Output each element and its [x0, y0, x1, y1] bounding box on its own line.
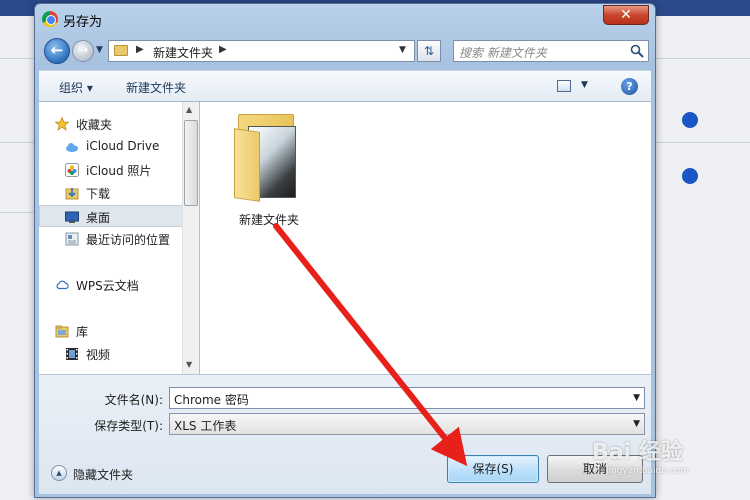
desktop-icon — [65, 211, 79, 223]
background-divider — [0, 142, 36, 143]
forward-arrow-icon: → — [77, 43, 89, 58]
navigation-pane: 收藏夹 iCloud Drive iCloud 照片 下载 桌面 最近访问的位置… — [39, 102, 199, 374]
background-toggle[interactable] — [682, 112, 698, 128]
save-as-dialog: 另存为 ✕ ← → ▼ ▶ 新建文件夹 ▶ ▼ ⇅ 搜索 新建文件夹 组织 ▾ … — [34, 3, 656, 498]
nav-item-recent-places[interactable]: 最近访问的位置 — [39, 228, 199, 250]
close-button[interactable]: ✕ — [603, 5, 649, 25]
history-dropdown-icon[interactable]: ▼ — [96, 45, 103, 55]
back-arrow-icon: ← — [50, 41, 64, 59]
refresh-icon: ⇅ — [423, 44, 435, 58]
background-divider — [0, 212, 36, 213]
filetype-label: 保存类型(T): — [94, 419, 163, 433]
watermark-logo: Bai 经验 — [592, 440, 683, 465]
chrome-icon — [42, 11, 58, 27]
search-input[interactable]: 搜索 新建文件夹 — [453, 40, 649, 62]
chevron-down-icon[interactable]: ▼ — [633, 419, 640, 429]
address-bar[interactable]: ▶ 新建文件夹 ▶ ▼ — [108, 40, 415, 62]
chevron-down-icon[interactable]: ▼ — [633, 393, 640, 403]
forward-button[interactable]: → — [72, 40, 94, 62]
watermark-url: jingyan.baidu.com — [606, 466, 690, 476]
nav-item-desktop[interactable]: 桌面 — [39, 205, 199, 227]
view-dropdown-icon[interactable]: ▼ — [581, 80, 588, 90]
scroll-down-icon[interactable]: ▼ — [186, 360, 192, 369]
organize-menu[interactable]: 组织 ▾ — [59, 79, 93, 96]
library-icon — [55, 325, 69, 338]
recent-places-icon — [65, 232, 79, 246]
filetype-select[interactable]: XLS 工作表 ▼ — [169, 413, 645, 435]
file-list: 新建文件夹 — [200, 102, 651, 374]
nav-item-downloads[interactable]: 下载 — [39, 182, 199, 204]
search-icon[interactable] — [630, 44, 644, 58]
wps-cloud-icon — [56, 280, 69, 290]
photos-icon — [65, 163, 79, 177]
background-divider — [656, 58, 750, 59]
scroll-thumb[interactable] — [184, 120, 198, 206]
command-bar: 组织 ▾ 新建文件夹 ▼ ? — [39, 70, 651, 102]
nav-item-favorites[interactable]: 收藏夹 — [39, 113, 199, 135]
nav-label: 下载 — [86, 187, 111, 201]
address-dropdown-icon[interactable]: ▼ — [399, 45, 406, 55]
folder-front — [234, 128, 260, 202]
help-icon[interactable]: ? — [621, 78, 638, 95]
nav-label: iCloud Drive — [86, 139, 160, 153]
nav-item-libraries[interactable]: 库 — [39, 320, 199, 342]
view-options-icon[interactable] — [557, 80, 571, 92]
nav-item-icloud-drive[interactable]: iCloud Drive — [39, 136, 199, 158]
background-divider — [0, 58, 36, 59]
nav-label: 桌面 — [86, 211, 111, 225]
filename-value[interactable]: Chrome 密码 — [174, 391, 249, 408]
folder-icon — [114, 45, 128, 56]
nav-scrollbar[interactable]: ▲ ▼ — [182, 102, 199, 374]
hide-folders-label: 隐藏文件夹 — [73, 468, 134, 482]
nav-item-wps-cloud[interactable]: WPS云文档 — [39, 274, 199, 296]
filetype-value: XLS 工作表 — [174, 419, 237, 433]
nav-label: iCloud 照片 — [86, 164, 152, 178]
folder-item[interactable]: 新建文件夹 — [226, 108, 306, 228]
refresh-button[interactable]: ⇅ — [417, 40, 441, 62]
dialog-titlebar[interactable]: 另存为 ✕ — [35, 4, 655, 34]
breadcrumb-new-folder[interactable]: 新建文件夹 — [153, 44, 213, 61]
scroll-up-icon[interactable]: ▲ — [186, 105, 192, 114]
folder-name: 新建文件夹 — [238, 213, 299, 227]
nav-label: 最近访问的位置 — [86, 233, 171, 247]
download-folder-icon — [65, 188, 79, 200]
video-icon — [66, 348, 78, 360]
filename-label: 文件名(N): — [104, 393, 163, 407]
nav-item-icloud-photos[interactable]: iCloud 照片 — [39, 159, 199, 181]
breadcrumb-separator-icon[interactable]: ▶ — [219, 44, 227, 55]
filename-field[interactable]: Chrome 密码 ▼ — [169, 387, 645, 409]
dialog-title: 另存为 — [63, 15, 103, 30]
breadcrumb-separator-icon[interactable]: ▶ — [136, 44, 144, 55]
save-options: 文件名(N): Chrome 密码 ▼ 保存类型(T): XLS 工作表 ▼ ▲… — [39, 374, 651, 494]
star-icon — [55, 117, 69, 131]
back-button[interactable]: ← — [44, 38, 70, 64]
background-toggle[interactable] — [682, 168, 698, 184]
cloud-icon — [66, 143, 78, 152]
nav-label: 库 — [76, 325, 89, 339]
save-button[interactable]: 保存(S) — [447, 455, 539, 483]
nav-label: 收藏夹 — [76, 118, 113, 132]
nav-item-videos[interactable]: 视频 — [39, 343, 199, 365]
new-folder-button[interactable]: 新建文件夹 — [126, 79, 186, 96]
search-placeholder: 搜索 新建文件夹 — [459, 46, 547, 60]
nav-label: 视频 — [86, 348, 111, 362]
collapse-icon: ▲ — [51, 465, 67, 481]
nav-label: WPS云文档 — [76, 279, 139, 293]
background-divider — [656, 142, 750, 143]
